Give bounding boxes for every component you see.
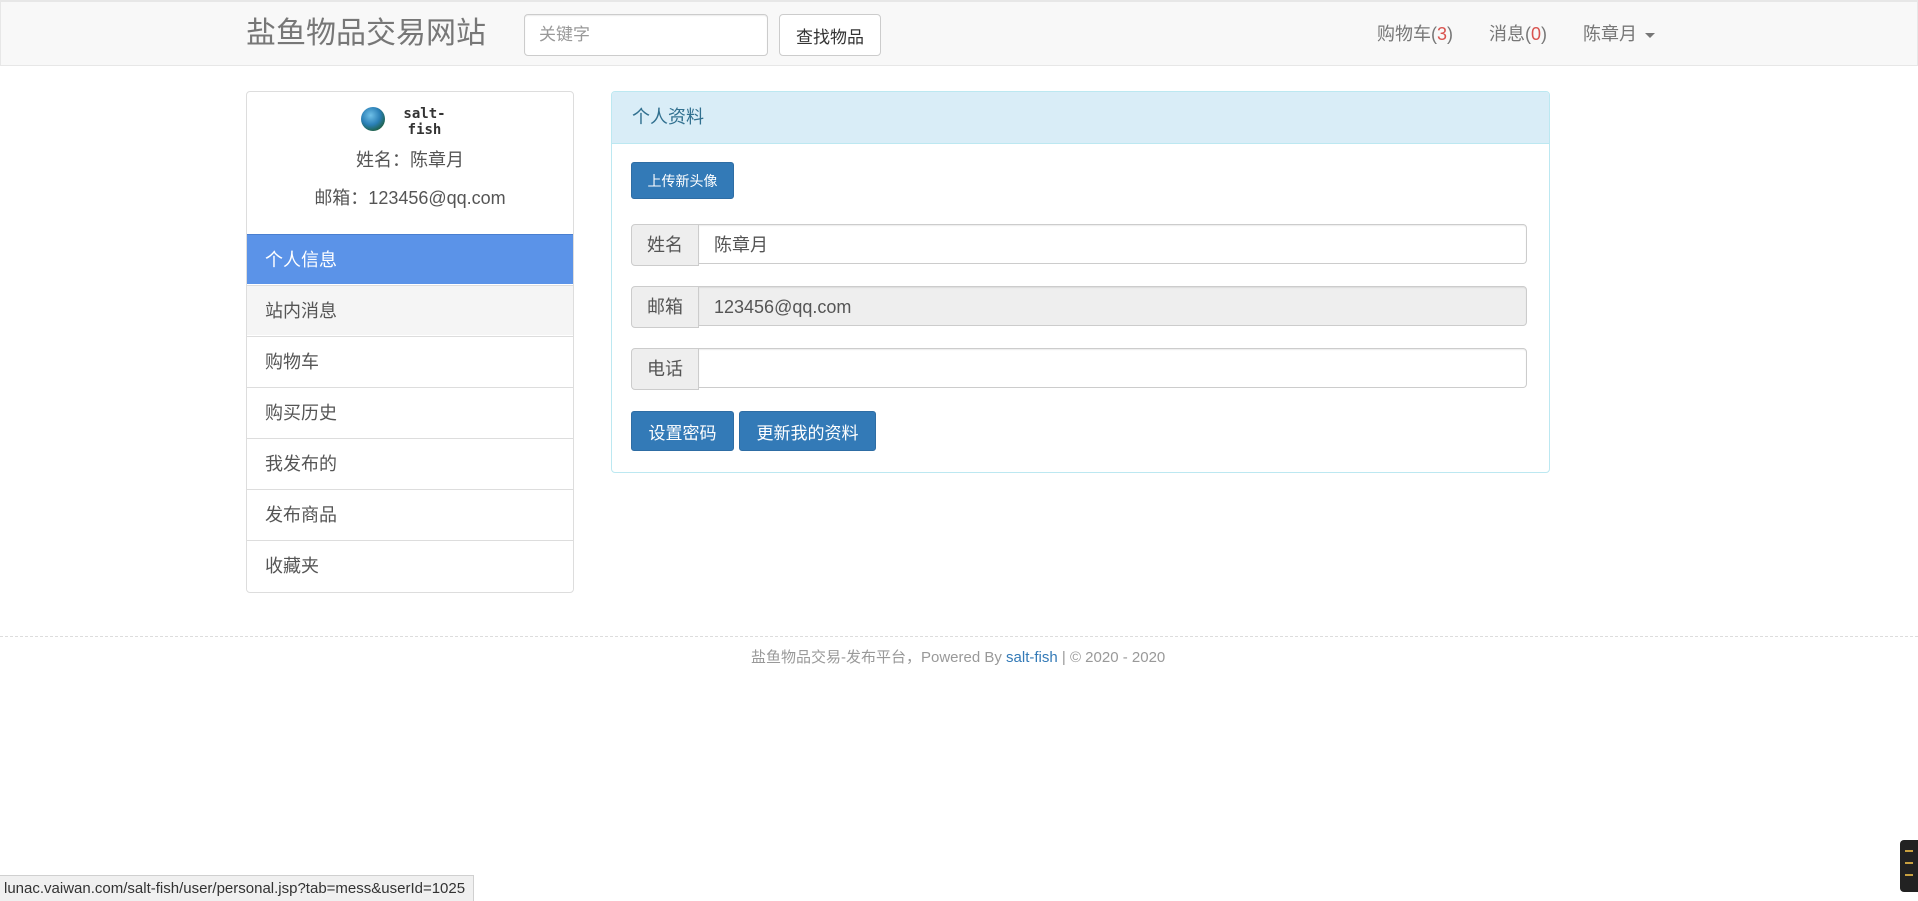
profile-card: salt-fish 姓名：陈章月 邮箱：123456@qq.com <box>247 92 573 234</box>
name-field[interactable]: 陈章月 <box>698 224 1527 264</box>
messages-count: 0 <box>1531 24 1542 44</box>
profile-name: 姓名：陈章月 <box>356 150 464 170</box>
name-label: 姓名 <box>631 224 699 266</box>
nav-cart-link[interactable]: 购物车(3) <box>1377 22 1453 46</box>
footer-link[interactable]: salt-fish <box>1006 649 1058 666</box>
top-navbar: 盐鱼物品交易网站 查找物品 购物车(3) 消息(0) 陈章月 <box>0 0 1918 66</box>
browser-status-url: lunac.vaiwan.com/salt-fish/user/personal… <box>0 875 475 901</box>
cart-count: 3 <box>1437 24 1448 44</box>
nav-messages-close: ) <box>1541 24 1548 44</box>
caret-down-icon <box>1645 32 1655 38</box>
user-dropdown[interactable]: 陈章月 <box>1583 22 1655 46</box>
profile-panel: 个人资料 上传新头像 姓名 陈章月 邮箱 123456@qq.com 电话 设置… <box>611 91 1550 473</box>
globe-icon <box>361 107 385 131</box>
panel-title: 个人资料 <box>612 92 1549 144</box>
logo-text: salt-fish <box>403 106 446 138</box>
sidebar-item-cart[interactable]: 购物车 <box>247 336 573 386</box>
sidebar-item-purchase-history[interactable]: 购买历史 <box>247 387 573 437</box>
name-input-group: 姓名 陈章月 <box>631 224 1529 266</box>
corner-widget[interactable] <box>1900 840 1918 892</box>
footer-divider <box>0 636 1918 637</box>
phone-input-group: 电话 <box>631 348 1529 390</box>
footer: 盐鱼物品交易-发布平台，Powered By salt-fish | © 202… <box>0 646 1918 667</box>
email-input-group: 邮箱 123456@qq.com <box>631 286 1529 328</box>
profile-email: 邮箱：123456@qq.com <box>314 188 506 208</box>
salt-fish-logo: salt-fish <box>361 105 461 138</box>
sidebar-item-favorites[interactable]: 收藏夹 <box>247 540 573 590</box>
set-password-button[interactable]: 设置密码 <box>631 411 734 451</box>
phone-field[interactable] <box>698 348 1527 388</box>
nav-cart-label: 购物车( <box>1377 24 1437 44</box>
sidebar-item-messages[interactable]: 站内消息 <box>247 285 573 335</box>
sidebar-item-publish-goods[interactable]: 发布商品 <box>247 489 573 539</box>
upload-avatar-button[interactable]: 上传新头像 <box>631 162 734 199</box>
email-field: 123456@qq.com <box>698 286 1527 326</box>
email-label: 邮箱 <box>631 286 699 328</box>
site-brand[interactable]: 盐鱼物品交易网站 <box>246 16 486 52</box>
search-button[interactable]: 查找物品 <box>779 14 881 56</box>
nav-cart-close: ) <box>1447 24 1454 44</box>
phone-label: 电话 <box>631 348 699 390</box>
footer-text-suffix: | © 2020 - 2020 <box>1057 649 1166 666</box>
sidebar-item-my-posts[interactable]: 我发布的 <box>247 438 573 488</box>
nav-messages-label: 消息( <box>1489 24 1531 44</box>
footer-text-prefix: 盐鱼物品交易-发布平台，Powered By <box>751 649 1007 666</box>
search-input[interactable] <box>524 14 768 56</box>
sidebar-item-personal-info[interactable]: 个人信息 <box>247 234 573 284</box>
sidebar: salt-fish 姓名：陈章月 邮箱：123456@qq.com 个人信息 站… <box>246 91 574 593</box>
update-profile-button[interactable]: 更新我的资料 <box>739 411 876 451</box>
user-name: 陈章月 <box>1583 24 1637 44</box>
nav-messages-link[interactable]: 消息(0) <box>1489 22 1547 46</box>
